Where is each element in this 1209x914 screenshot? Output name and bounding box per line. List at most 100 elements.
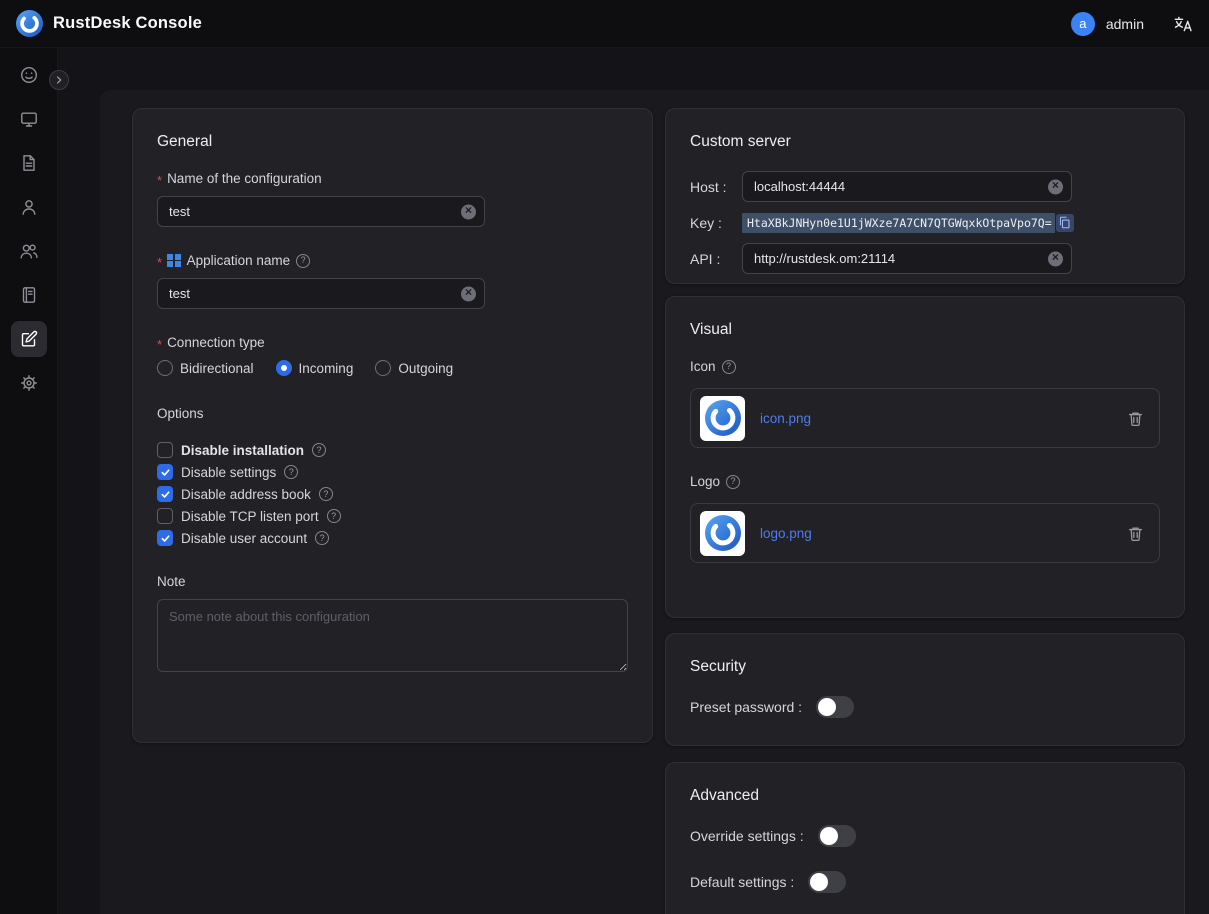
advanced-title: Advanced: [690, 787, 1160, 805]
document-icon: [19, 153, 39, 173]
help-icon[interactable]: ?: [312, 443, 326, 457]
security-title: Security: [690, 658, 1160, 676]
help-icon[interactable]: ?: [722, 360, 736, 374]
preset-password-toggle[interactable]: [816, 696, 854, 718]
sidebar-item-custom-clients[interactable]: [11, 321, 47, 357]
icon-file-box: icon.png: [690, 388, 1160, 448]
checkbox-icon[interactable]: [157, 530, 173, 546]
api-row: API : ✕: [690, 243, 1160, 274]
option-label: Disable settings: [181, 465, 276, 480]
option-label: Disable installation: [181, 443, 304, 458]
journal-icon: [19, 285, 39, 305]
user-icon: [19, 197, 39, 217]
clear-input-icon[interactable]: ✕: [461, 204, 476, 219]
host-row: Host : ✕: [690, 171, 1160, 202]
option-disable-tcp-listen-port[interactable]: Disable TCP listen port ?: [157, 505, 628, 527]
clear-input-icon[interactable]: ✕: [461, 286, 476, 301]
general-title: General: [157, 133, 628, 151]
option-disable-address-book[interactable]: Disable address book ?: [157, 483, 628, 505]
radio-icon[interactable]: [375, 360, 391, 376]
config-name-input[interactable]: [157, 196, 485, 227]
app-title: RustDesk Console: [53, 14, 202, 33]
sidebar-item-audit[interactable]: [11, 145, 47, 181]
visual-title: Visual: [690, 321, 1160, 339]
sidebar-item-users[interactable]: [11, 189, 47, 225]
option-disable-user-account[interactable]: Disable user account ?: [157, 527, 628, 549]
monitor-icon: [19, 109, 39, 129]
radio-label: Incoming: [299, 361, 354, 376]
visual-card: Visual Icon ? icon.png: [665, 296, 1185, 618]
clear-input-icon[interactable]: ✕: [1048, 179, 1063, 194]
note-label: Note: [157, 574, 628, 589]
radio-label: Outgoing: [398, 361, 453, 376]
radio-outgoing[interactable]: Outgoing: [375, 360, 453, 376]
gear-icon: [19, 373, 39, 393]
logo-label: Logo ?: [690, 474, 1160, 489]
radio-icon[interactable]: [157, 360, 173, 376]
options-label: Options: [157, 406, 628, 421]
radio-bidirectional[interactable]: Bidirectional: [157, 360, 254, 376]
checkbox-icon[interactable]: [157, 508, 173, 524]
help-icon[interactable]: ?: [315, 531, 329, 545]
connection-type-group: Bidirectional Incoming Outgoing: [157, 360, 628, 376]
note-textarea[interactable]: [157, 599, 628, 672]
help-icon[interactable]: ?: [319, 487, 333, 501]
smiley-icon: [19, 65, 39, 85]
sidebar-item-dashboard[interactable]: [11, 57, 47, 93]
sidebar-item-groups[interactable]: [11, 233, 47, 269]
default-settings-toggle[interactable]: [808, 871, 846, 893]
logo-file-link[interactable]: logo.png: [760, 526, 812, 541]
sidebar-item-devices[interactable]: [11, 101, 47, 137]
override-settings-toggle[interactable]: [818, 825, 856, 847]
checkbox-icon[interactable]: [157, 442, 173, 458]
topbar: RustDesk Console a admin: [0, 0, 1209, 48]
checkbox-icon[interactable]: [157, 464, 173, 480]
icon-file-link[interactable]: icon.png: [760, 411, 811, 426]
radio-incoming[interactable]: Incoming: [276, 360, 354, 376]
language-switch-icon[interactable]: [1173, 14, 1193, 34]
host-input[interactable]: [742, 171, 1072, 202]
help-icon[interactable]: ?: [296, 254, 310, 268]
application-name-label: * Application name ?: [157, 253, 628, 268]
user-avatar[interactable]: a: [1071, 12, 1095, 36]
logo-thumbnail: [700, 511, 745, 556]
chevron-right-icon: [54, 75, 64, 85]
option-label: Disable address book: [181, 487, 311, 502]
rustdesk-console-app: RustDesk Console a admin: [0, 0, 1209, 914]
required-marker: *: [157, 173, 162, 188]
checkbox-icon[interactable]: [157, 486, 173, 502]
delete-logo-file-icon[interactable]: [1127, 525, 1144, 542]
clear-input-icon[interactable]: ✕: [1048, 251, 1063, 266]
preset-password-label: Preset password :: [690, 699, 802, 715]
help-icon[interactable]: ?: [284, 465, 298, 479]
general-card: General * Name of the configuration ✕ * …: [132, 108, 653, 743]
help-icon[interactable]: ?: [726, 475, 740, 489]
required-marker: *: [157, 255, 162, 270]
page: General * Name of the configuration ✕ * …: [100, 90, 1209, 914]
help-icon[interactable]: ?: [327, 509, 341, 523]
sidebar-expand-button[interactable]: [49, 70, 69, 90]
server-key-value: HtaXBkJNHyn0e1U1jWXze7A7CN7QTGWqxkOtpaVp…: [742, 213, 1055, 233]
delete-icon-file-icon[interactable]: [1127, 410, 1144, 427]
key-row: Key : HtaXBkJNHyn0e1U1jWXze7A7CN7QTGWqxk…: [690, 207, 1160, 238]
icon-thumbnail: [700, 396, 745, 441]
required-marker: *: [157, 337, 162, 352]
api-input[interactable]: [742, 243, 1072, 274]
option-disable-settings[interactable]: Disable settings ?: [157, 461, 628, 483]
api-label: API :: [690, 251, 742, 267]
host-label: Host :: [690, 179, 742, 195]
windows-icon: [167, 254, 181, 268]
radio-label: Bidirectional: [180, 361, 254, 376]
name-field-label: * Name of the configuration: [157, 171, 628, 186]
radio-icon[interactable]: [276, 360, 292, 376]
username[interactable]: admin: [1106, 16, 1144, 32]
rustdesk-logo-icon: [16, 10, 43, 37]
option-label: Disable user account: [181, 531, 307, 546]
sidebar-item-settings[interactable]: [11, 365, 47, 401]
security-card: Security Preset password :: [665, 633, 1185, 746]
sidebar: [0, 48, 58, 914]
sidebar-item-logs[interactable]: [11, 277, 47, 313]
option-disable-installation[interactable]: Disable installation ?: [157, 439, 628, 461]
copy-key-icon[interactable]: [1056, 214, 1074, 232]
application-name-input[interactable]: [157, 278, 485, 309]
